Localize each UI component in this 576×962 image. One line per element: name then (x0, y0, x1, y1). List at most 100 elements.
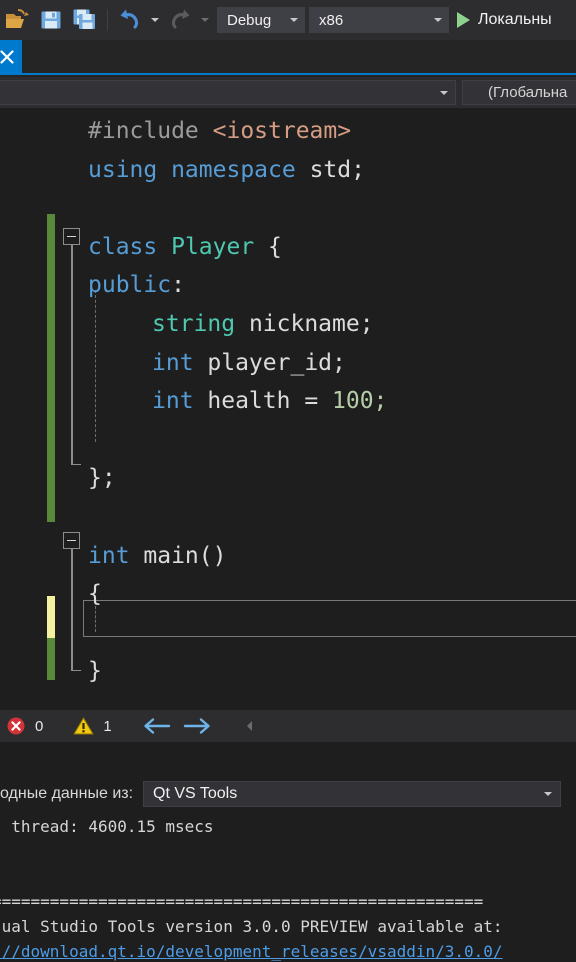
output-line: ========================================… (0, 892, 484, 911)
code-line[interactable]: } (0, 652, 576, 691)
toolbar-separator (107, 9, 108, 31)
code-line[interactable]: string nickname; (0, 305, 576, 344)
open-file-icon[interactable] (0, 3, 34, 37)
code-line-text: { (88, 575, 102, 614)
document-tab-strip (0, 40, 576, 77)
collapse-panel-button[interactable] (235, 710, 265, 742)
code-token: std; (309, 156, 365, 183)
error-circle-icon (7, 717, 25, 735)
solution-configuration-combo[interactable]: Debug (217, 7, 305, 33)
close-icon[interactable] (0, 48, 16, 66)
code-line-text: int health = 100; (152, 382, 387, 421)
code-token: player_id; (207, 349, 346, 376)
code-token: public (88, 272, 172, 299)
redo-icon (163, 3, 197, 37)
arrow-right-icon (183, 718, 210, 734)
error-count: 0 (35, 717, 44, 735)
document-tab-active[interactable] (0, 40, 22, 73)
undo-icon[interactable] (113, 3, 147, 37)
code-token: <iostream> (212, 118, 352, 144)
navbar-member-combo[interactable] (0, 80, 456, 105)
code-token: }; (88, 465, 116, 492)
code-line[interactable] (0, 498, 576, 537)
code-line-text: class Player { (88, 228, 282, 267)
code-line[interactable]: using namespace std; (0, 151, 576, 190)
navbar-scope-value: (Глобальна (488, 84, 568, 101)
code-line[interactable]: int health = 100; (0, 382, 576, 421)
code-token: class (88, 233, 172, 260)
navbar-scope-combo[interactable]: (Глобальна (462, 80, 576, 105)
save-all-icon[interactable] (68, 3, 102, 37)
output-line: sual Studio Tools version 3.0.0 PREVIEW … (0, 917, 503, 936)
code-line[interactable]: int main() (0, 537, 576, 576)
output-line: ) thread: 4600.15 msecs (0, 817, 214, 836)
chevron-left-icon (246, 721, 252, 731)
code-token: Player (171, 233, 269, 260)
code-line[interactable]: { (0, 575, 576, 614)
solution-platform-value: x86 (319, 11, 344, 29)
code-line[interactable]: public: (0, 266, 576, 305)
warning-count-item[interactable]: 1 (73, 710, 112, 742)
warning-count: 1 (103, 717, 112, 735)
code-token: : (171, 272, 185, 299)
tab-active-underline (0, 73, 576, 75)
solution-configuration-value: Debug (227, 11, 272, 29)
output-source-label: одные данные из: (0, 785, 134, 802)
chevron-down-icon[interactable] (428, 18, 448, 22)
chevron-down-icon[interactable] (433, 90, 455, 95)
code-token: #include (88, 118, 213, 144)
visual-studio-window: Debug x86 Локальны (Глобальна #include <… (0, 0, 576, 962)
undo-dropdown-caret-icon[interactable] (147, 3, 163, 37)
code-text-layer[interactable]: #include <iostream> using namespace std; c… (0, 108, 576, 710)
code-editor[interactable]: #include <iostream> using namespace std; c… (0, 108, 576, 710)
output-link[interactable]: ://download.qt.io/development_releases/v… (0, 939, 576, 962)
code-line-text: string nickname; (152, 305, 374, 344)
code-token: using namespace (88, 156, 310, 183)
output-edge-filler (566, 742, 576, 852)
code-line[interactable] (0, 421, 576, 460)
output-source-combo[interactable]: Qt VS Tools (143, 781, 561, 807)
standard-toolbar: Debug x86 Локальны (0, 0, 576, 40)
code-line[interactable]: class Player { (0, 228, 576, 267)
code-token: { (268, 233, 282, 260)
redo-dropdown-caret-icon (197, 3, 213, 37)
chevron-down-icon[interactable] (284, 18, 304, 22)
code-line[interactable]: #include <iostream> (0, 112, 576, 151)
code-token: int (152, 349, 208, 376)
code-line[interactable] (0, 614, 576, 653)
start-debugging-button[interactable]: Локальны (457, 3, 552, 37)
warning-triangle-icon (73, 717, 95, 735)
code-line-text: int player_id; (152, 344, 346, 383)
code-token: main() (143, 542, 227, 569)
error-count-item[interactable]: 0 (6, 710, 43, 742)
chevron-down-icon[interactable] (536, 792, 560, 796)
code-token: int (152, 388, 208, 415)
editor-navigation-bar: (Глобальна (0, 77, 576, 108)
error-list-toolbar: 0 1 (0, 710, 576, 742)
code-line-text: #include <iostream> (88, 112, 351, 151)
code-line[interactable]: int player_id; (0, 344, 576, 383)
code-line-text: int main() (88, 537, 226, 576)
panel-edge-filler (566, 710, 576, 742)
save-icon[interactable] (34, 3, 68, 37)
code-token: { (88, 581, 102, 608)
arrow-left-icon (143, 718, 170, 734)
code-token: } (88, 658, 102, 685)
code-line[interactable] (0, 189, 576, 228)
play-triangle-icon (457, 12, 470, 28)
code-line-text: using namespace std; (88, 151, 365, 190)
output-text[interactable]: ) thread: 4600.15 msecs =================… (0, 814, 576, 962)
code-line[interactable]: }; (0, 459, 576, 498)
code-token: string (152, 311, 249, 337)
code-token: health = (207, 388, 333, 415)
start-debugging-label: Локальны (478, 11, 552, 28)
code-token: 100; (332, 388, 388, 415)
solution-platform-combo[interactable]: x86 (309, 7, 449, 33)
code-line-text: public: (88, 266, 185, 305)
navigate-backward-button[interactable] (137, 710, 177, 742)
code-line-text: } (88, 652, 102, 691)
output-pane: одные данные из: Qt VS Tools ) thread: 4… (0, 742, 576, 962)
code-line-text: }; (88, 459, 116, 498)
code-token: int (88, 542, 144, 569)
navigate-forward-button[interactable] (177, 710, 217, 742)
